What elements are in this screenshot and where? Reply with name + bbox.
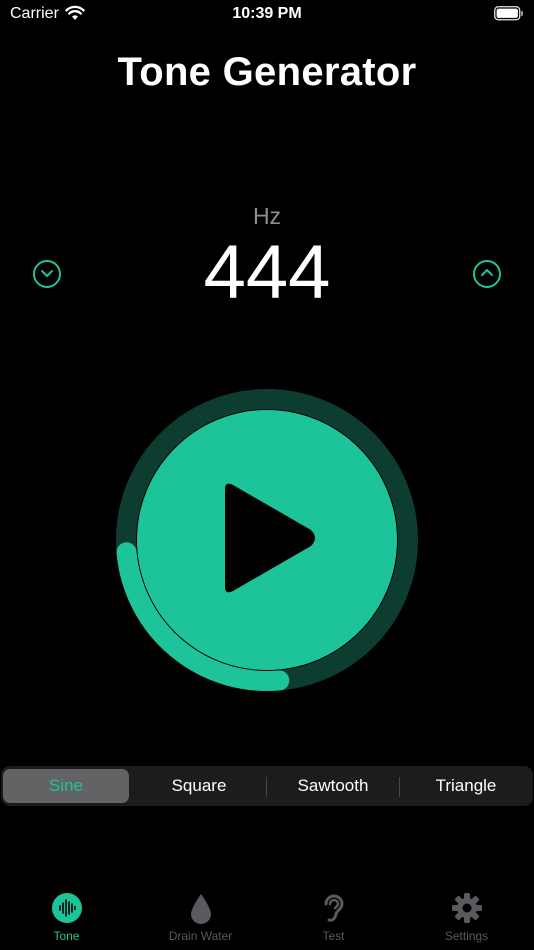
tab-label: Drain Water bbox=[168, 929, 233, 943]
tab-bar: Tone Drain Water Test Settings bbox=[0, 880, 534, 950]
waveform-icon bbox=[51, 892, 83, 924]
chevron-up-icon bbox=[480, 265, 494, 283]
page-title: Tone Generator bbox=[117, 50, 417, 94]
waveform-option-sine[interactable]: Sine bbox=[3, 769, 129, 803]
frequency-value: 444 bbox=[203, 230, 331, 315]
play-button[interactable] bbox=[137, 410, 397, 670]
play-icon bbox=[215, 481, 319, 600]
tab-label: Settings bbox=[444, 929, 489, 943]
battery-icon bbox=[494, 6, 524, 26]
frequency-unit: Hz bbox=[252, 203, 282, 229]
status-bar: Carrier 10:39 PM bbox=[0, 0, 534, 30]
tab-settings[interactable]: Settings bbox=[400, 892, 533, 950]
gear-icon bbox=[451, 892, 483, 924]
waveform-selector: Sine Square Sawtooth Triangle bbox=[1, 766, 533, 806]
player bbox=[115, 388, 419, 692]
tab-label: Tone bbox=[53, 929, 80, 943]
waveform-option-triangle[interactable]: Triangle bbox=[403, 769, 529, 803]
segment-divider bbox=[266, 777, 267, 797]
ear-icon bbox=[318, 892, 350, 924]
tab-label: Test bbox=[322, 929, 345, 943]
chevron-down-icon bbox=[40, 265, 54, 283]
waveform-option-sawtooth[interactable]: Sawtooth bbox=[270, 769, 396, 803]
clock: 10:39 PM bbox=[232, 5, 302, 22]
waveform-option-square[interactable]: Square bbox=[136, 769, 262, 803]
segment-divider bbox=[399, 777, 400, 797]
increase-frequency-button[interactable] bbox=[473, 260, 501, 288]
tab-test[interactable]: Test bbox=[267, 892, 400, 950]
decrease-frequency-button[interactable] bbox=[33, 260, 61, 288]
tab-tone[interactable]: Tone bbox=[0, 892, 133, 950]
water-drop-icon bbox=[185, 892, 217, 924]
tab-drain-water[interactable]: Drain Water bbox=[134, 892, 267, 950]
